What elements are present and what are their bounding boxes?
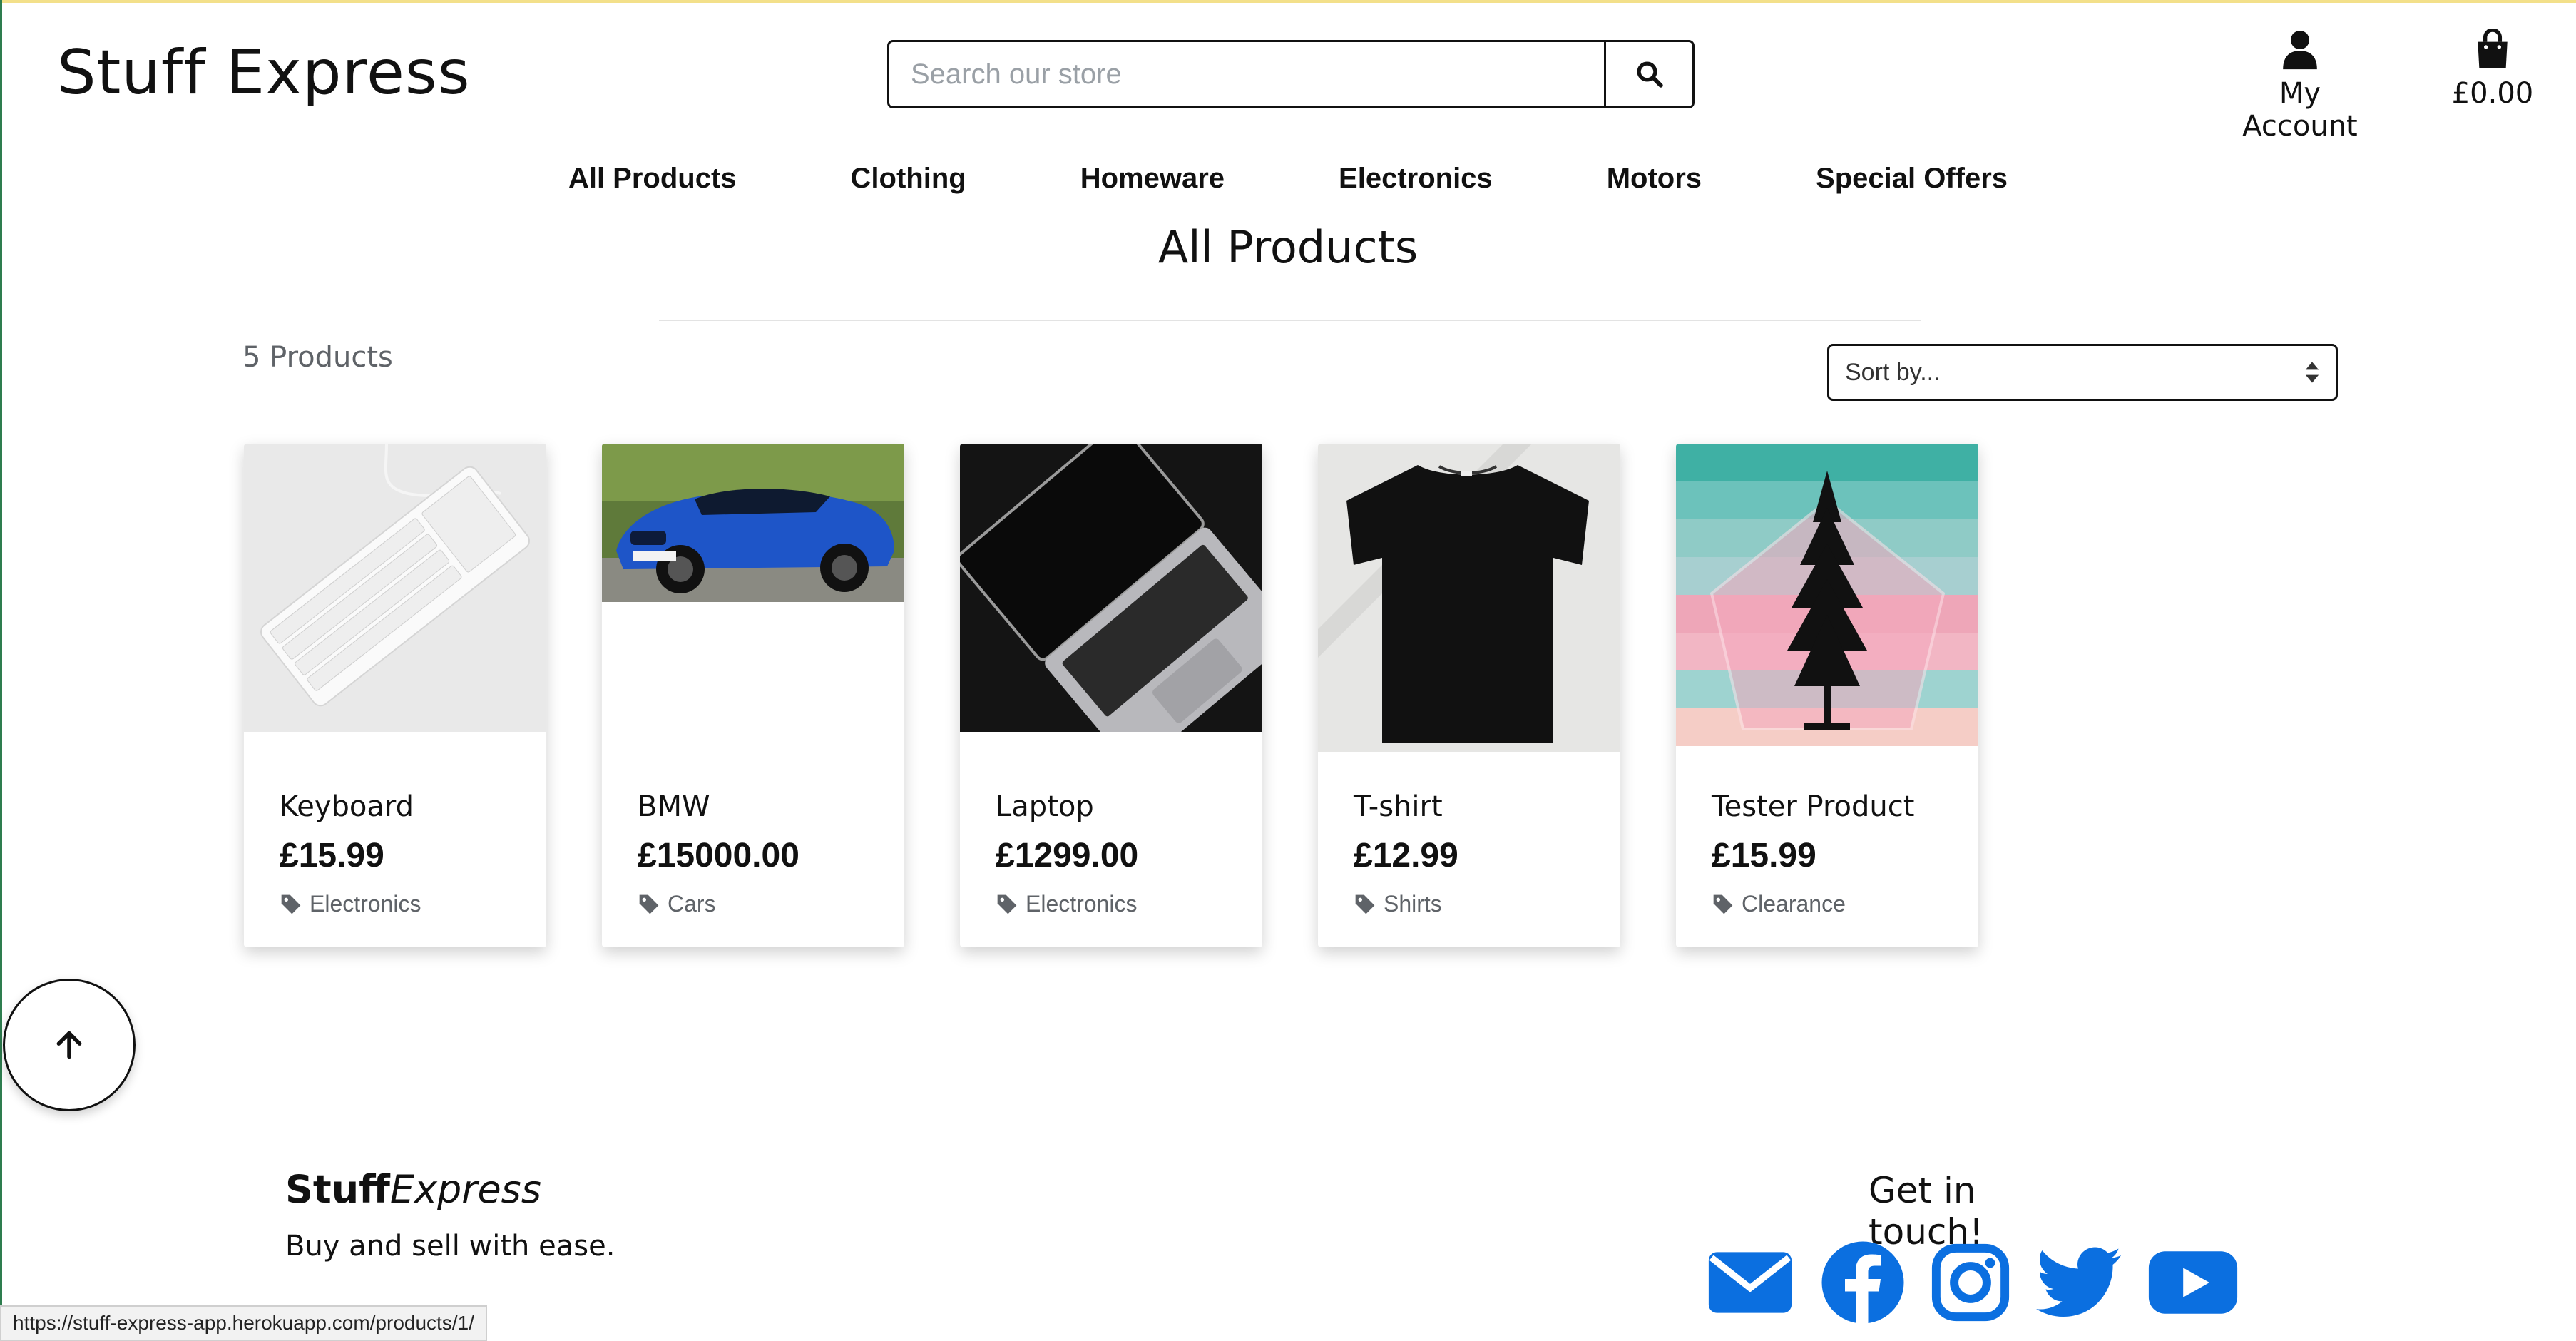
search-icon — [1637, 61, 1663, 88]
product-category-link[interactable]: Clearance — [1712, 891, 1964, 917]
product-category: Electronics — [1026, 891, 1138, 917]
social-links — [1706, 1240, 2239, 1325]
product-price: £12.99 — [1354, 837, 1458, 875]
twitter-link[interactable] — [2035, 1247, 2121, 1318]
product-category-link[interactable]: Electronics — [996, 891, 1248, 917]
search-button[interactable] — [1606, 40, 1695, 108]
main-nav: All Products Clothing Homeware Electroni… — [0, 163, 2576, 195]
product-price: £15000.00 — [638, 837, 799, 875]
tag-icon — [281, 894, 301, 914]
select-arrows-icon — [2305, 362, 2319, 383]
search-bar — [887, 40, 1695, 108]
product-name[interactable]: Keyboard — [280, 790, 532, 823]
product-card-laptop[interactable]: Laptop £1299.00 Electronics — [960, 444, 1262, 947]
product-name[interactable]: T-shirt — [1354, 790, 1606, 823]
envelope-icon — [1708, 1252, 1792, 1313]
product-image-tester-product[interactable] — [1676, 444, 1978, 746]
shopping-bag-icon — [2478, 29, 2508, 68]
my-account-label: My Account — [2242, 77, 2358, 143]
site-logo[interactable]: Stuff Express — [57, 37, 471, 108]
product-price: £1299.00 — [996, 837, 1139, 875]
youtube-icon — [2148, 1251, 2238, 1314]
product-category-link[interactable]: Electronics — [280, 891, 532, 917]
product-name[interactable]: Tester Product — [1712, 790, 1964, 823]
footer-brand-bold: Stuff — [285, 1167, 390, 1212]
product-grid: Keyboard £15.99 Electronics BMW £15000.0… — [244, 444, 1978, 947]
page-title: All Products — [1157, 221, 1419, 273]
product-category: Electronics — [310, 891, 421, 917]
nav-homeware[interactable]: Homeware — [1023, 163, 1282, 195]
twitter-icon — [2036, 1247, 2121, 1317]
product-name[interactable]: Laptop — [996, 790, 1248, 823]
tag-icon — [1355, 894, 1375, 914]
search-input[interactable] — [887, 40, 1606, 108]
my-account-link[interactable]: My Account — [2218, 29, 2382, 143]
shopping-bag-link[interactable]: £0.00 — [2439, 29, 2546, 110]
browser-status-url: https://stuff-express-app.herokuapp.com/… — [0, 1305, 487, 1341]
nav-special-offers[interactable]: Special Offers — [1759, 163, 2065, 195]
product-price: £15.99 — [1712, 837, 1816, 875]
product-category: Shirts — [1384, 891, 1442, 917]
product-category: Clearance — [1742, 891, 1846, 917]
product-card-keyboard[interactable]: Keyboard £15.99 Electronics — [244, 444, 546, 947]
instagram-icon — [1931, 1243, 2010, 1322]
product-card-bmw[interactable]: BMW £15000.00 Cars — [602, 444, 904, 947]
product-price: £15.99 — [280, 837, 384, 875]
tag-icon — [639, 894, 659, 914]
arrow-up-icon — [56, 1031, 82, 1059]
product-name[interactable]: BMW — [638, 790, 890, 823]
instagram-link[interactable] — [1931, 1243, 2010, 1322]
footer-brand: StuffExpress — [285, 1167, 541, 1212]
product-category: Cars — [668, 891, 716, 917]
user-icon — [2283, 31, 2317, 70]
email-link[interactable] — [1706, 1249, 1794, 1316]
product-card-tester-product[interactable]: Tester Product £15.99 Clearance — [1676, 444, 1978, 947]
nav-electronics[interactable]: Electronics — [1282, 163, 1550, 195]
facebook-icon — [1821, 1241, 1904, 1325]
sort-select[interactable]: Sort by... — [1827, 344, 2338, 401]
product-category-link[interactable]: Cars — [638, 891, 890, 917]
product-image-keyboard[interactable] — [244, 444, 546, 732]
product-count: 5 Products — [242, 341, 393, 374]
tag-icon — [997, 894, 1017, 914]
bag-total: £0.00 — [2451, 77, 2534, 110]
nav-all-products[interactable]: All Products — [511, 163, 794, 195]
footer-brand-italic: Express — [389, 1167, 541, 1212]
product-image-laptop[interactable] — [960, 444, 1262, 732]
sort-select-value: Sort by... — [1845, 358, 1941, 386]
product-image-bmw[interactable] — [602, 444, 904, 602]
tag-icon — [1713, 894, 1733, 914]
nav-motors[interactable]: Motors — [1550, 163, 1759, 195]
back-to-top-button[interactable] — [3, 979, 136, 1111]
top-accent-bar — [0, 0, 2576, 3]
facebook-link[interactable] — [1820, 1240, 1906, 1325]
youtube-link[interactable] — [2147, 1250, 2239, 1315]
product-card-tshirt[interactable]: T-shirt £12.99 Shirts — [1318, 444, 1620, 947]
footer-tagline: Buy and sell with ease. — [285, 1230, 615, 1263]
left-accent-bar — [0, 0, 2, 1341]
product-category-link[interactable]: Shirts — [1354, 891, 1606, 917]
title-divider — [659, 320, 1921, 321]
product-image-tshirt[interactable] — [1318, 444, 1620, 752]
nav-clothing[interactable]: Clothing — [794, 163, 1023, 195]
